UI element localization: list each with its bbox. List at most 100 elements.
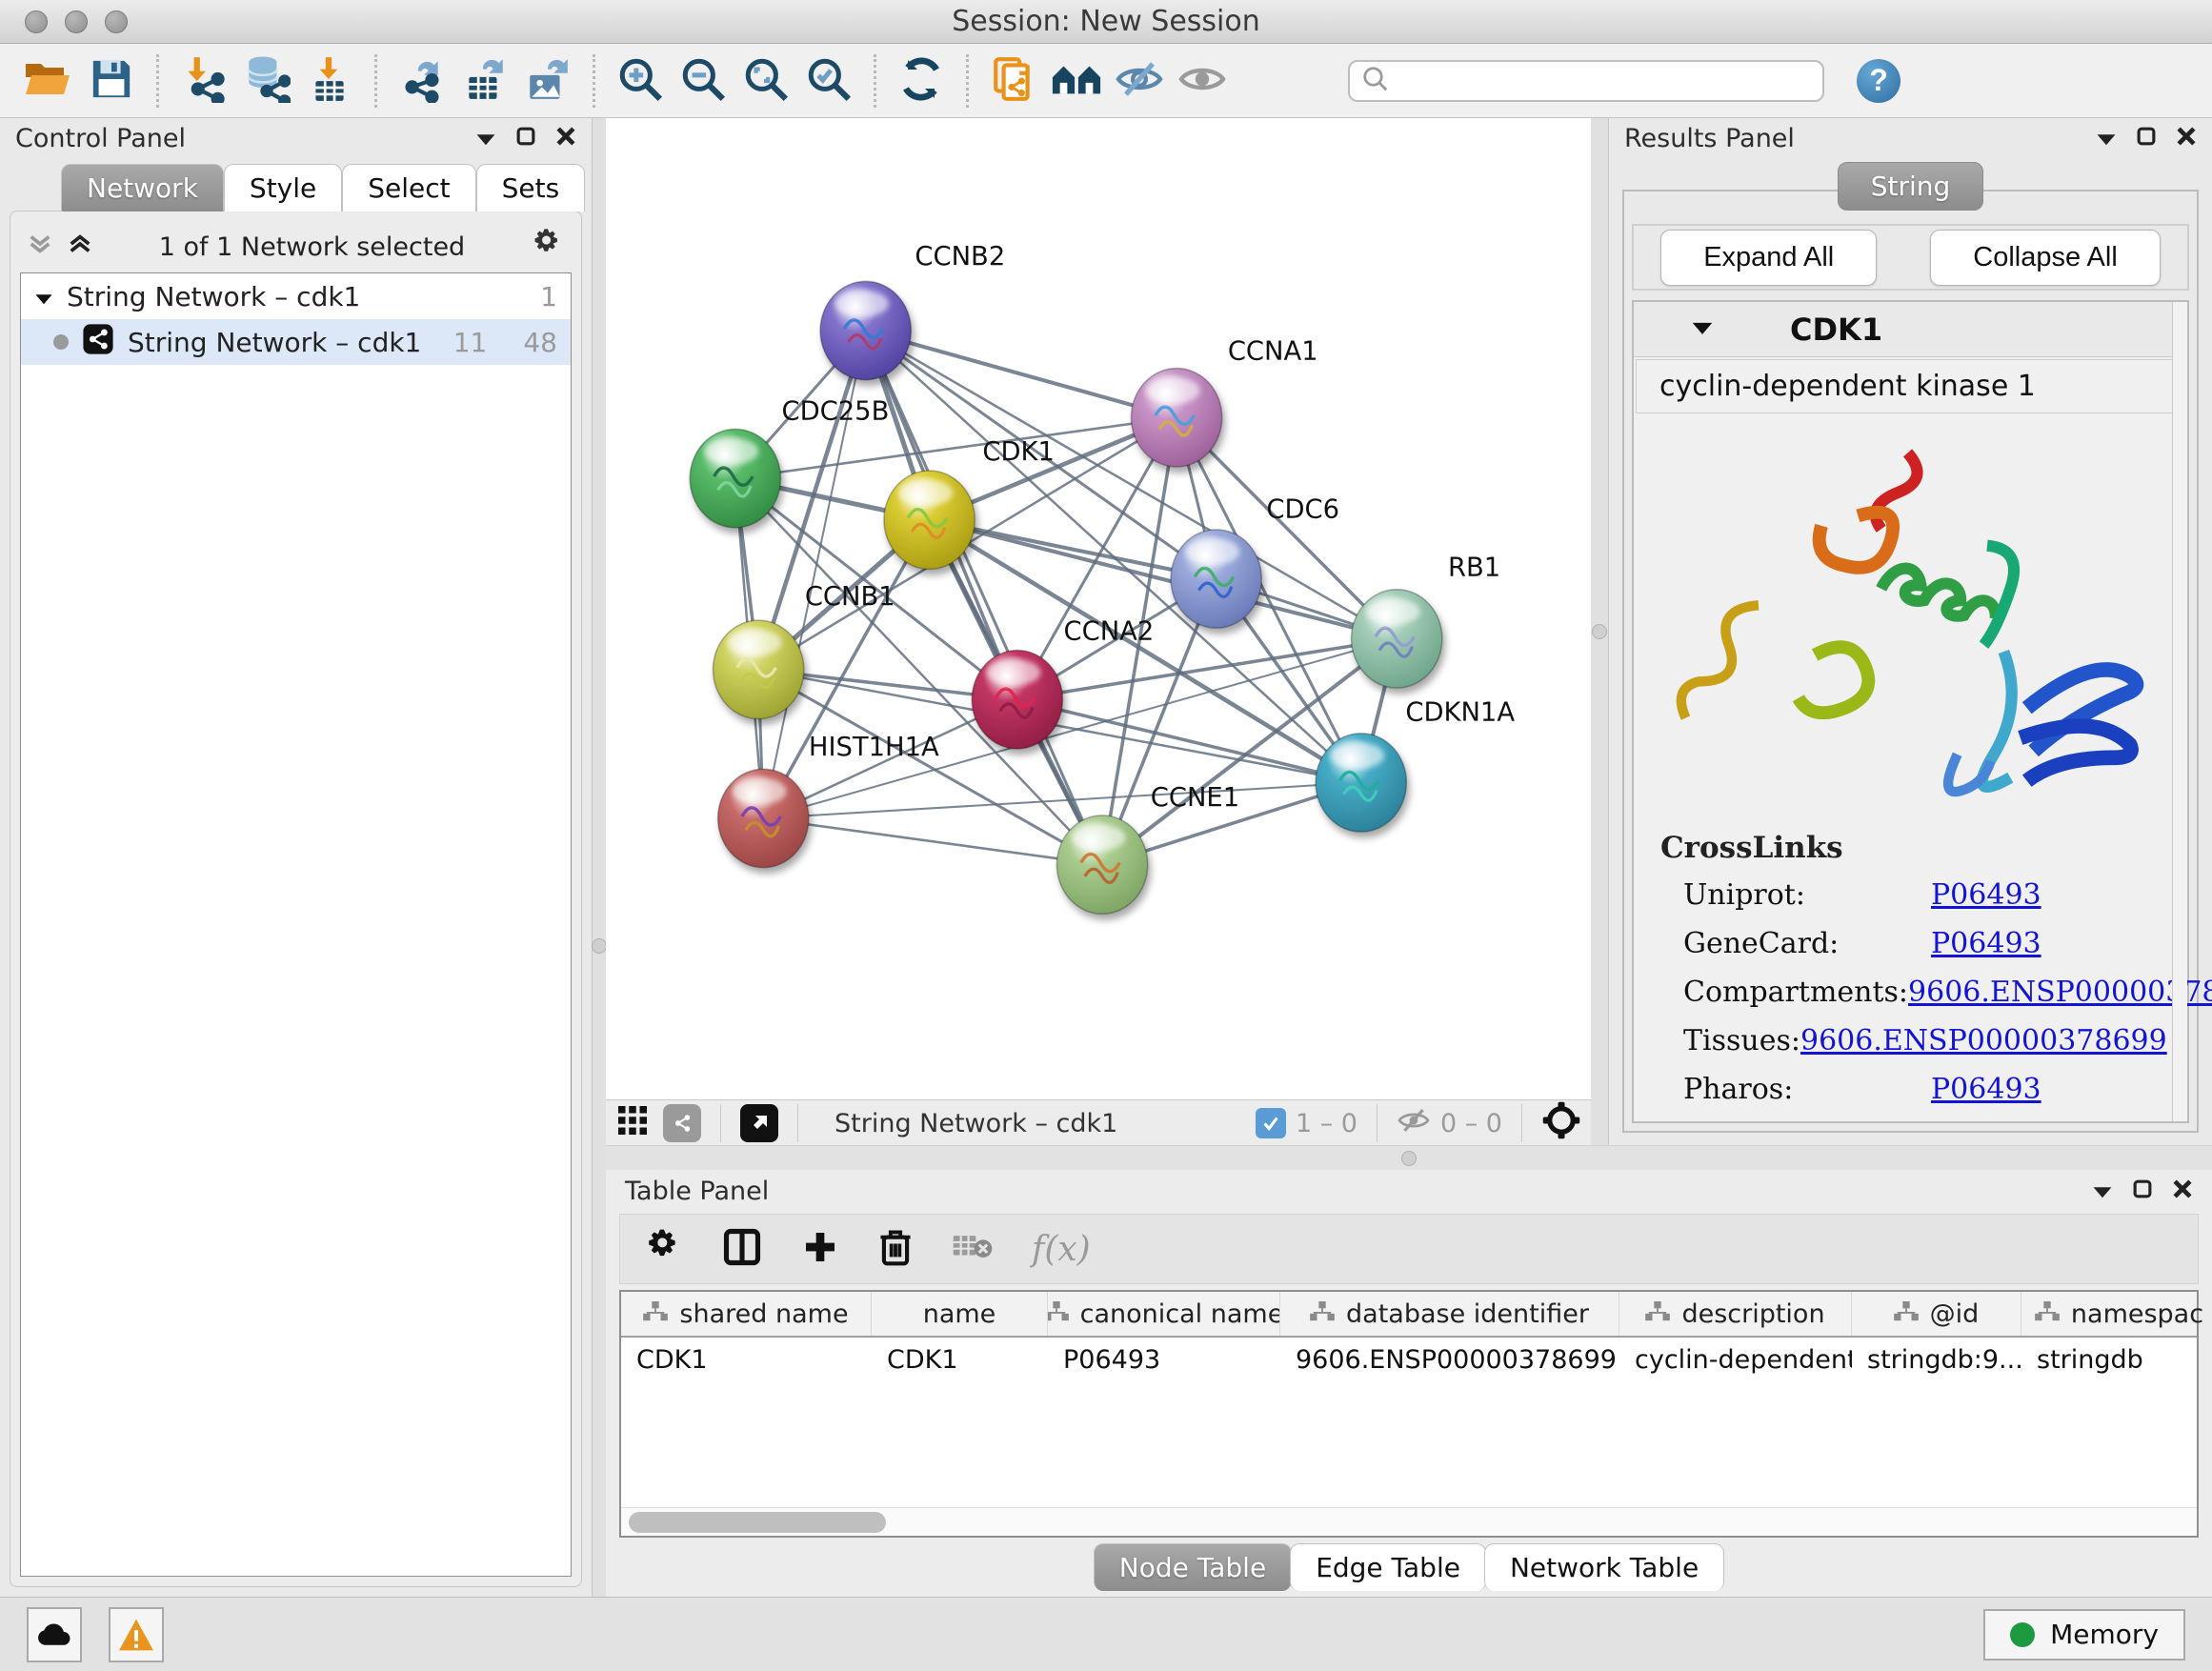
warnings-button[interactable] [109,1607,164,1662]
memory-button[interactable]: Memory [1983,1609,2185,1661]
network-canvas[interactable]: CCNB2CCNA1CDC25BCDK1CDC6RB1CCNB1CCNA2CDK… [606,118,1591,1099]
help-button[interactable]: ? [1857,59,1900,103]
table-cell[interactable]: P06493 [1048,1338,1280,1381]
crosslink-link[interactable]: 9606.ENSP00000378699 [1908,976,2212,1009]
splitter-handle[interactable] [1592,624,1607,639]
hidden-eye-slash-icon[interactable] [1397,1106,1431,1141]
detach-view-icon[interactable] [740,1104,778,1142]
zoom-selected-button[interactable] [797,50,860,111]
import-network-file-button[interactable] [172,50,235,111]
table-cell[interactable]: CDK1 [621,1338,872,1381]
hide-selected-button[interactable] [1108,50,1171,111]
maximize-window-button[interactable] [105,10,128,33]
zoom-out-button[interactable] [672,50,734,111]
table-settings-gear-icon[interactable] [645,1228,683,1270]
save-session-button[interactable] [80,50,143,111]
tab-select[interactable]: Select [342,164,475,211]
table-cell[interactable]: CDK1 [872,1338,1048,1381]
crosslink-link[interactable]: P06493 [1931,878,2041,912]
tab-edge-table[interactable]: Edge Table [1290,1543,1486,1591]
zoom-fit-button[interactable] [734,50,797,111]
export-network-button[interactable] [391,50,453,111]
network-node-CDC6[interactable]: CDC6 [1171,495,1339,629]
birdseye-navigator-icon[interactable] [1541,1100,1581,1147]
gear-icon[interactable] [532,228,564,267]
open-session-button[interactable] [17,50,80,111]
collapse-all-networks-icon[interactable] [28,232,52,263]
network-row-selected[interactable]: String Network – cdk1 11 48 [21,319,571,365]
panel-float-button[interactable] [515,124,536,153]
import-table-file-button[interactable] [298,50,361,111]
column-header-description[interactable]: description [1619,1292,1852,1336]
column-header-canonical-name[interactable]: canonical name [1048,1292,1280,1336]
network-badge-icon[interactable] [663,1104,701,1142]
tab-style[interactable]: Style [224,164,342,211]
minimize-window-button[interactable] [65,10,88,33]
table-row[interactable]: CDK1CDK1P064939606.ENSP00000378699cyclin… [621,1338,2197,1381]
tab-string[interactable]: String [1838,162,1984,211]
selected-checkbox-icon[interactable] [1256,1108,1286,1138]
panel-close-button[interactable] [555,124,576,153]
section-collapse-icon[interactable] [1691,319,1714,340]
table-cell[interactable]: cyclin-dependent ... [1619,1338,1852,1381]
scrollbar-thumb[interactable] [629,1512,886,1533]
column-header-shared-name[interactable]: shared name [621,1292,872,1336]
panel-close-button[interactable] [2176,124,2197,153]
crosslink-link[interactable]: P06493 [1931,1073,2041,1106]
create-column-plus-icon[interactable] [801,1228,839,1270]
splitter-handle[interactable] [1401,1151,1417,1166]
panel-menu-button[interactable] [2096,124,2117,153]
crosslink-link[interactable]: P06493 [1931,927,2041,960]
edge-cdk1-rb1[interactable] [930,520,1398,639]
first-neighbors-button[interactable] [1045,50,1108,111]
results-scrollbar[interactable] [2172,302,2187,1121]
edge-ccnb2-ccne1[interactable] [866,331,1102,865]
column-header-namespac[interactable]: namespac [2021,1292,2212,1336]
protein-section-header[interactable]: CDK1 [1634,302,2187,357]
table-cell[interactable]: stringdb [2021,1338,2212,1381]
tab-node-table[interactable]: Node Table [1094,1543,1292,1591]
vertical-splitter-left[interactable] [593,118,606,1597]
network-node-CDKN1A[interactable]: CDKN1A [1316,698,1515,833]
show-columns-icon[interactable] [721,1226,763,1272]
network-collection-row[interactable]: String Network – cdk1 1 [21,273,571,319]
delete-trash-icon[interactable] [877,1227,914,1271]
edge-ccna1-cdc25b[interactable] [735,417,1176,478]
network-node-RB1[interactable]: RB1 [1352,554,1501,689]
export-table-button[interactable] [453,50,516,111]
vertical-splitter-right[interactable] [1591,118,1608,1145]
refresh-button[interactable] [890,50,953,111]
column-header-@id[interactable]: @id [1852,1292,2021,1336]
panel-menu-button[interactable] [2092,1177,2113,1206]
expand-all-button[interactable]: Expand All [1660,230,1877,286]
grid-view-icon[interactable] [615,1103,650,1144]
column-header-name[interactable]: name [872,1292,1048,1336]
tab-sets[interactable]: Sets [476,164,586,211]
network-from-selection-button[interactable] [982,50,1045,111]
tab-network[interactable]: Network [61,164,224,211]
edge-hist1h1a-ccne1[interactable] [763,818,1102,865]
horizontal-splitter[interactable] [606,1145,2212,1170]
collapse-all-button[interactable]: Collapse All [1930,230,2161,286]
column-header-database-identifier[interactable]: database identifier [1280,1292,1619,1336]
delete-table-icon[interactable] [952,1230,994,1268]
splitter-handle[interactable] [592,938,607,954]
panel-close-button[interactable] [2172,1177,2193,1206]
cloud-button[interactable] [27,1607,82,1662]
network-node-CCNA1[interactable]: CCNA1 [1131,336,1317,467]
search-input[interactable] [1399,67,1811,95]
function-builder-fx-icon[interactable]: f(x) [1032,1230,1091,1269]
export-image-button[interactable] [516,50,579,111]
show-all-button[interactable] [1171,50,1234,111]
collection-expand-icon[interactable] [34,281,53,312]
expand-all-networks-icon[interactable] [68,232,92,263]
panel-menu-button[interactable] [475,124,496,153]
table-cell[interactable]: stringdb:9... [1852,1338,2021,1381]
panel-float-button[interactable] [2136,124,2157,153]
table-horizontal-scrollbar[interactable] [621,1507,2197,1536]
close-window-button[interactable] [25,10,48,33]
network-node-CCNB1[interactable]: CCNB1 [714,582,895,719]
panel-float-button[interactable] [2132,1177,2153,1206]
tab-network-table[interactable]: Network Table [1484,1543,1724,1591]
crosslink-link[interactable]: 9606.ENSP00000378699 [1800,1024,2167,1057]
